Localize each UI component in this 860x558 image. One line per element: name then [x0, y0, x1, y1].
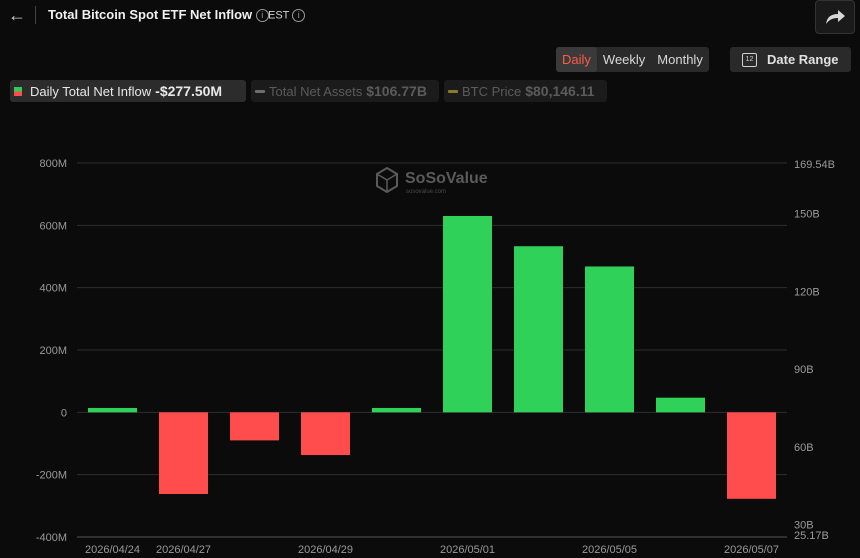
watermark-brand: SoSoValue [405, 170, 488, 187]
y2-max-label: 169.54B [794, 159, 835, 171]
bar [301, 412, 350, 456]
bar [159, 412, 208, 494]
x-tick-label: 2026/05/05 [582, 544, 637, 556]
y-tick-label: -400M [36, 532, 67, 544]
x-tick-label: 2026/05/07 [724, 544, 779, 556]
bar [230, 412, 279, 441]
bar [514, 246, 563, 413]
bar [372, 407, 421, 413]
y-tick-label: 200M [39, 345, 67, 357]
x-tick-label: 2026/04/27 [156, 544, 211, 556]
y2-min-label: 25.17B [794, 530, 829, 542]
y2-tick-label: 90B [794, 364, 814, 376]
y-tick-label: -200M [36, 470, 67, 482]
y2-tick-label: 150B [794, 209, 820, 221]
y-tick-label: 0 [61, 407, 67, 419]
bar [656, 397, 705, 413]
bar [88, 407, 137, 413]
bar [727, 412, 776, 499]
y2-tick-label: 120B [794, 286, 820, 298]
y2-tick-label: 60B [794, 442, 814, 454]
y-tick-label: 400M [39, 283, 67, 295]
watermark-logo: SoSoValue sosovalue.com [376, 166, 488, 195]
x-tick-label: 2026/05/01 [440, 544, 495, 556]
x-tick-label: 2026/04/24 [85, 544, 140, 556]
bar [585, 266, 634, 413]
y-tick-label: 600M [39, 220, 67, 232]
bar [443, 215, 492, 413]
watermark-cube-edges [376, 173, 398, 192]
x-tick-label: 2026/04/29 [298, 544, 353, 556]
net-inflow-chart: SoSoValue sosovalue.com -400M -200M 0 200M 4… [36, 158, 835, 556]
y-tick-label: 800M [39, 158, 67, 170]
watermark-domain: sosovalue.com [406, 189, 446, 195]
